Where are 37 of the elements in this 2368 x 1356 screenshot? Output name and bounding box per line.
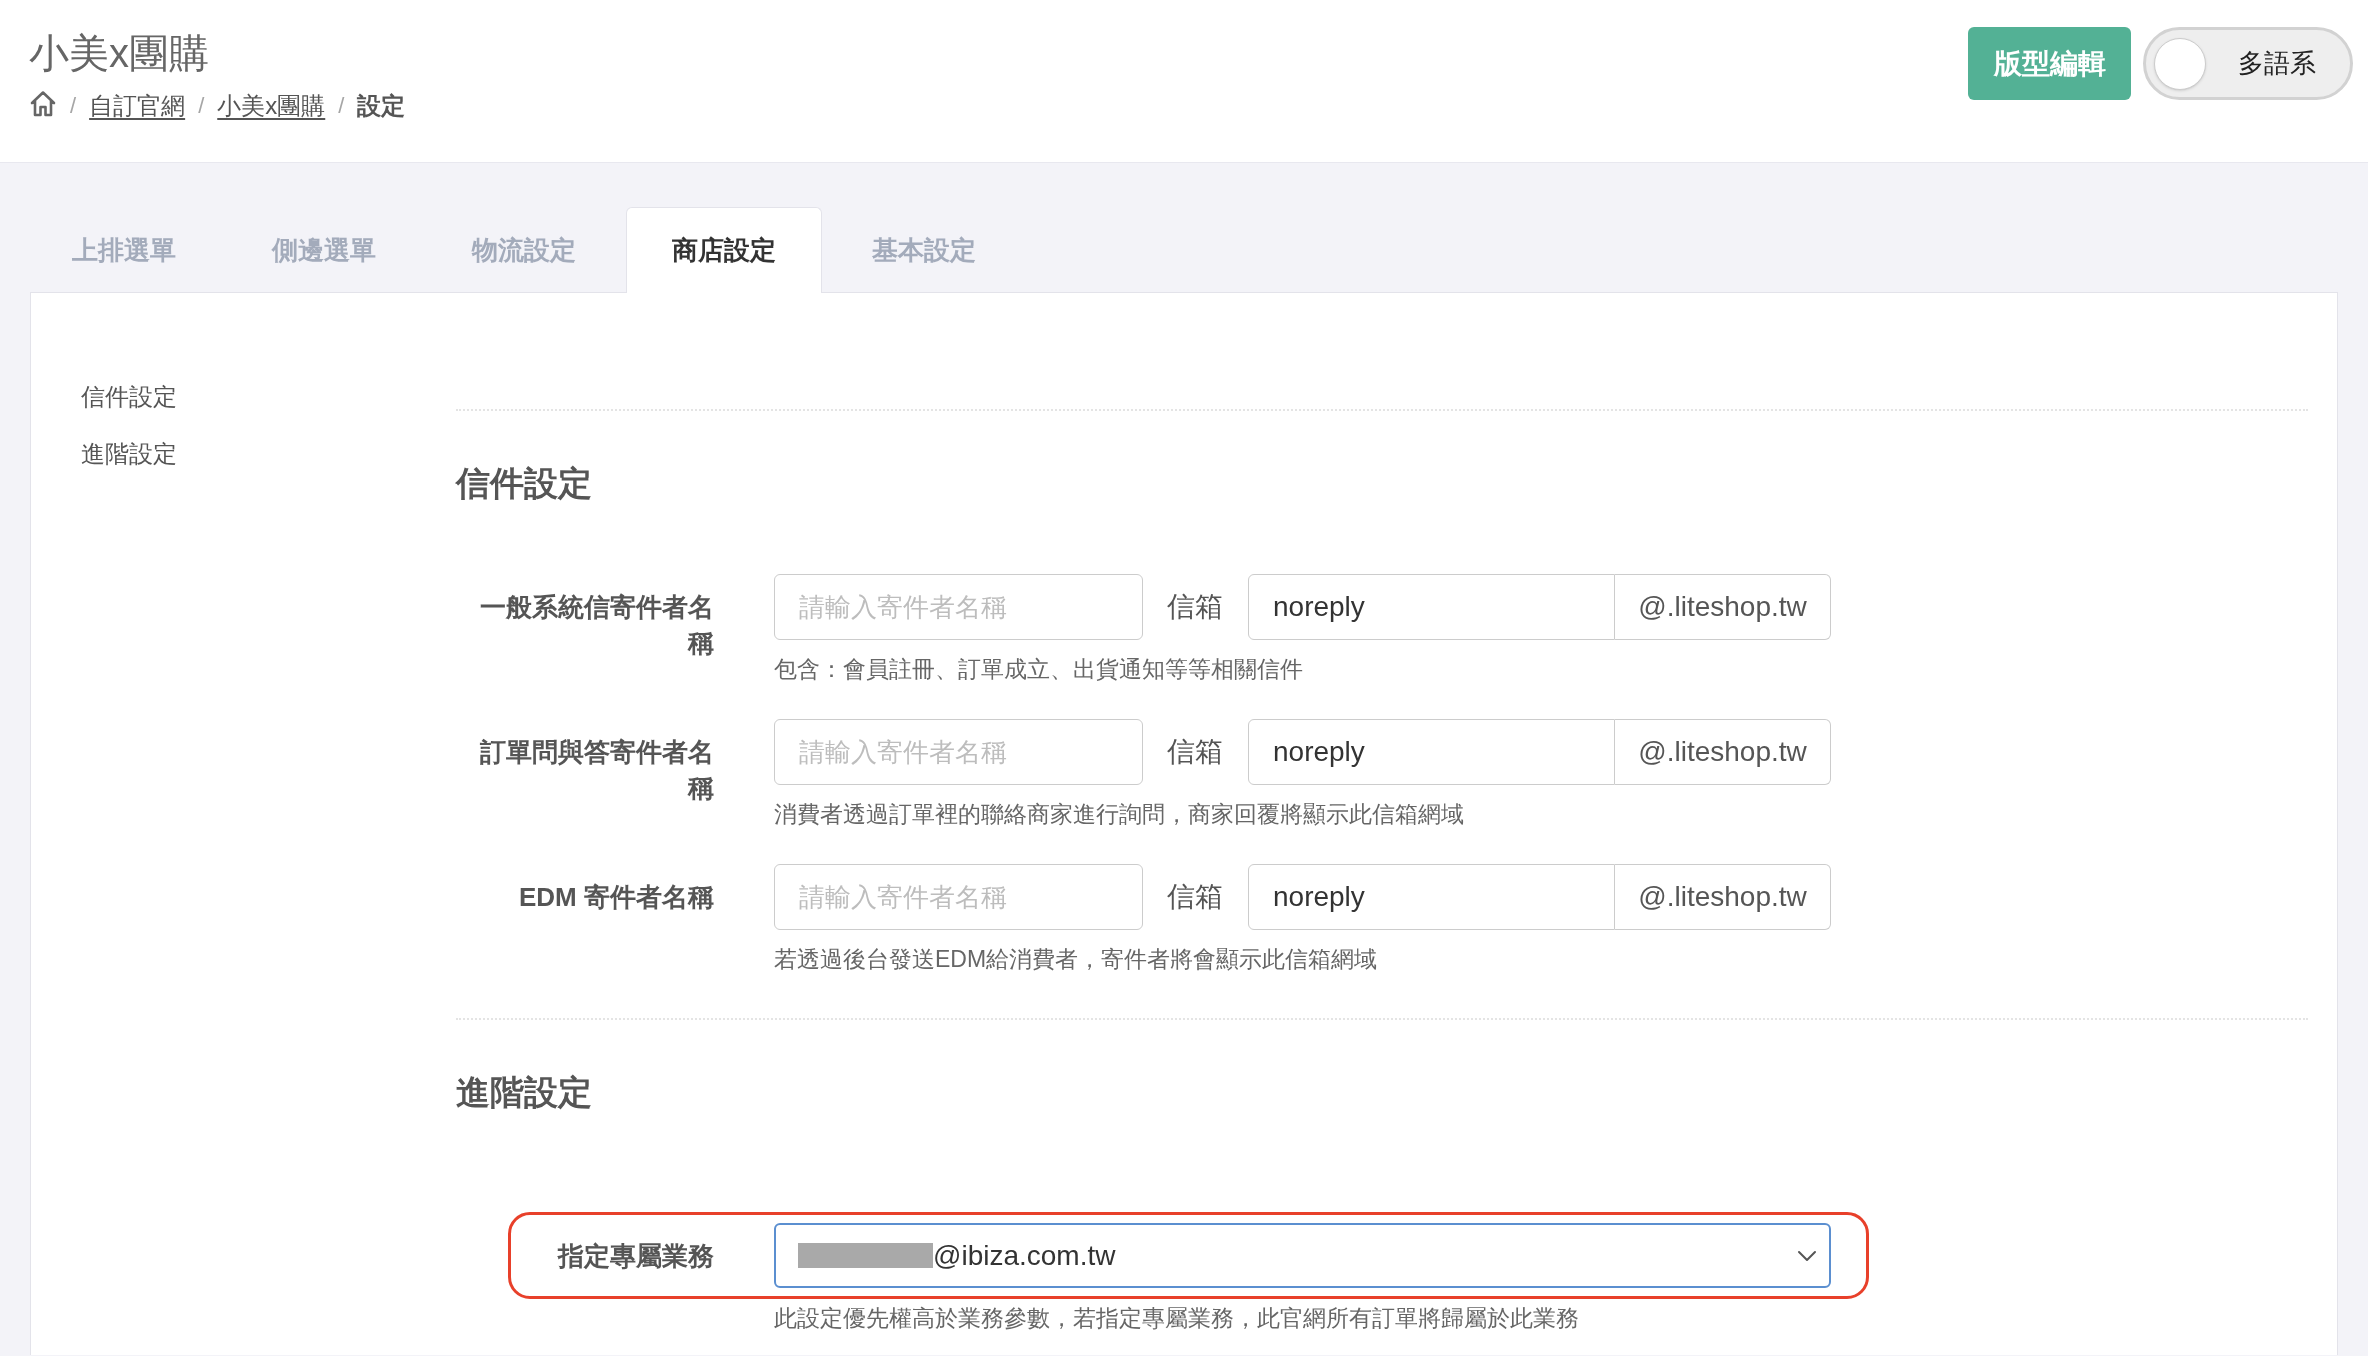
field-label: 訂單問與答寄件者名稱 [479,736,714,805]
select-field[interactable]: @ibiza.com.tw [774,1223,1831,1288]
help-text: 消費者透過訂單裡的聯絡商家進行詢問，商家回覆將顯示此信箱網域 [774,800,1465,829]
side-nav-link[interactable]: 信件設定 [81,379,177,415]
mailbox-label: 信箱 [1167,880,1223,914]
page-title: 小美x團購 [29,30,210,76]
help-text: 包含：會員註冊、訂單成立、出貨通知等等相關信件 [774,655,1304,684]
domain-addon: @.liteshop.tw [1615,574,1831,640]
section-heading: 信件設定 [456,463,593,504]
mailbox-label: 信箱 [1167,590,1223,624]
sender-name-input[interactable]: 請輸入寄件者名稱 [774,719,1143,785]
breadcrumb-current: 設定 [357,91,406,121]
mailbox-input[interactable]: noreply [1248,864,1615,930]
sender-name-input[interactable]: 請輸入寄件者名稱 [774,574,1143,640]
home-icon[interactable] [29,89,57,117]
section-heading: 進階設定 [456,1072,593,1113]
breadcrumb-link[interactable]: 自訂官網 [89,90,186,122]
sender-name-input[interactable]: 請輸入寄件者名稱 [774,864,1143,930]
domain-addon: @.liteshop.tw [1615,864,1831,930]
breadcrumb-separator: / [70,92,77,120]
chevron-down-icon [1797,1249,1817,1262]
breadcrumb-separator: / [338,92,345,120]
language-toggle[interactable]: 多語系 [2143,27,2353,100]
help-text: 此設定優先權高於業務參數，若指定專屬業務，此官網所有訂單將歸屬於此業務 [774,1304,1580,1333]
breadcrumb-separator: / [198,92,205,120]
tab[interactable]: 商店設定 [626,207,822,293]
domain-addon: @.liteshop.tw [1615,719,1831,785]
field-label: EDM 寄件者名稱 [518,881,714,914]
help-text: 若透過後台發送EDM給消費者，寄件者將會顯示此信箱網域 [774,945,1379,974]
breadcrumb-link[interactable]: 小美x團購 [217,90,326,122]
mailbox-label: 信箱 [1167,735,1223,769]
knob-icon [2154,37,2206,90]
mailbox-input[interactable]: noreply [1248,719,1615,785]
field-label: 一般系統信寄件者名稱 [479,591,714,660]
side-nav-link[interactable]: 進階設定 [81,436,177,472]
field-label: 指定專屬業務 [556,1239,714,1273]
mailbox-input[interactable]: noreply [1248,574,1615,640]
